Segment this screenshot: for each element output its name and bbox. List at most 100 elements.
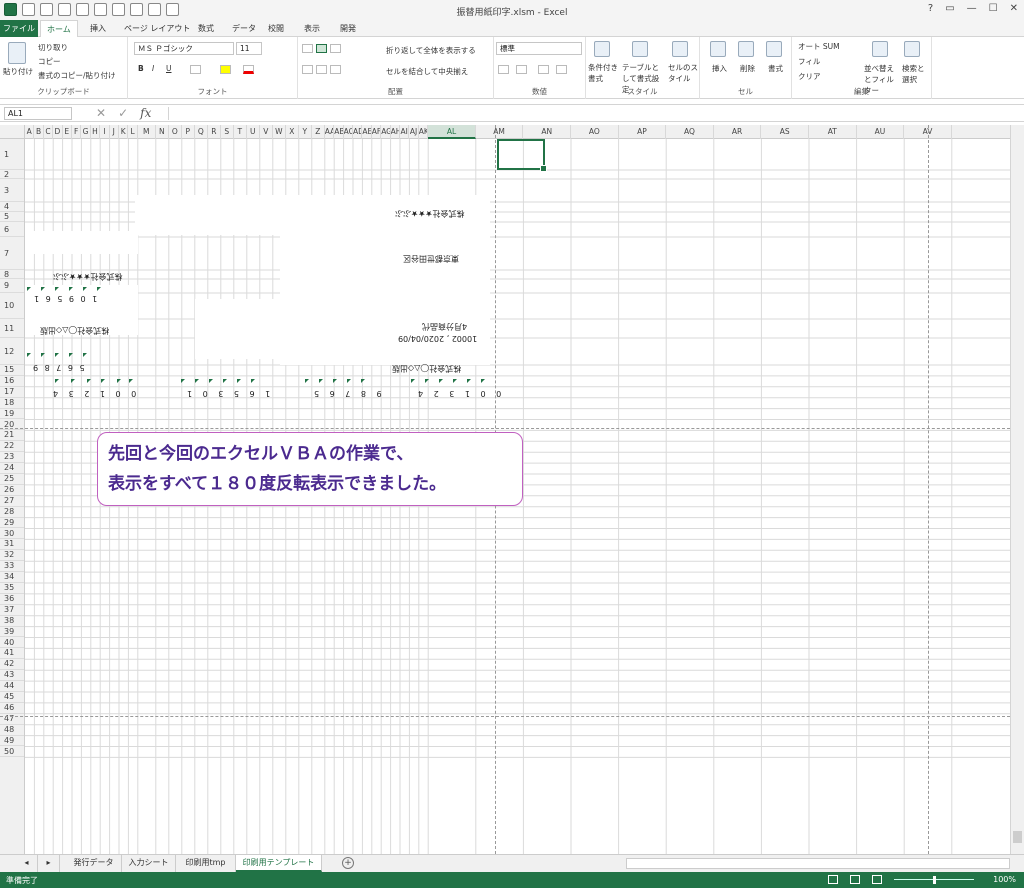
column-header-ad[interactable]: AD: [353, 125, 363, 139]
find-select-icon[interactable]: [904, 41, 920, 57]
column-header-r[interactable]: R: [208, 125, 221, 139]
wrap-text-button[interactable]: 折り返して全体を表示する: [386, 45, 476, 56]
sheet-tab-active[interactable]: 印刷用テンプレート: [236, 855, 322, 872]
column-header-ak[interactable]: AK: [419, 125, 429, 139]
close-button[interactable]: ✕: [1010, 3, 1018, 14]
font-color-icon[interactable]: [243, 65, 254, 74]
column-header-as[interactable]: AS: [761, 125, 809, 139]
column-header-ar[interactable]: AR: [714, 125, 762, 139]
column-header-ag[interactable]: AG: [381, 125, 391, 139]
sheet-tab[interactable]: 発行データ: [66, 855, 122, 872]
insert-function-icon[interactable]: fx: [140, 106, 151, 120]
row-header-29[interactable]: 29: [0, 518, 24, 529]
column-header-s[interactable]: S: [221, 125, 234, 139]
column-header-e[interactable]: E: [63, 125, 72, 139]
row-header-43[interactable]: 43: [0, 670, 24, 682]
align-center-icon[interactable]: [316, 65, 327, 74]
border-icon[interactable]: [190, 65, 201, 74]
horizontal-scrollbar[interactable]: [626, 858, 1010, 869]
paste-button[interactable]: 貼り付け: [3, 66, 33, 77]
column-header-v[interactable]: V: [260, 125, 273, 139]
column-header-ac[interactable]: AC: [344, 125, 353, 139]
column-header-am[interactable]: AM: [476, 125, 524, 139]
zoom-slider-thumb[interactable]: [933, 876, 936, 884]
column-header-k[interactable]: K: [119, 125, 129, 139]
normal-view-icon[interactable]: [828, 875, 838, 884]
row-header-30[interactable]: 30: [0, 529, 24, 540]
conditional-format-icon[interactable]: [594, 41, 610, 57]
zoom-level[interactable]: 100%: [993, 875, 1016, 884]
cut-button[interactable]: 切り取り: [38, 42, 68, 53]
row-header-24[interactable]: 24: [0, 463, 24, 474]
column-header-aa[interactable]: AA: [325, 125, 335, 139]
row-header-34[interactable]: 34: [0, 572, 24, 583]
tab-review[interactable]: 校閲: [262, 20, 290, 37]
column-header-q[interactable]: Q: [195, 125, 208, 139]
help-button[interactable]: ?: [928, 3, 933, 14]
column-header-ae[interactable]: AE: [362, 125, 372, 139]
font-size-select[interactable]: 11: [236, 42, 262, 55]
maximize-button[interactable]: ☐: [989, 3, 998, 14]
column-header-h[interactable]: H: [91, 125, 101, 139]
sheet-tab[interactable]: 入力シート: [122, 855, 176, 872]
row-header-17[interactable]: 17: [0, 387, 24, 398]
delete-button[interactable]: 削除: [740, 63, 755, 74]
cell-styles-button[interactable]: セルのスタイル: [668, 62, 698, 84]
row-header-49[interactable]: 49: [0, 736, 24, 747]
row-header-15[interactable]: 15: [0, 365, 24, 376]
percent-icon[interactable]: [516, 65, 527, 74]
row-header-23[interactable]: 23: [0, 452, 24, 464]
column-header-l[interactable]: L: [128, 125, 138, 139]
row-header-7[interactable]: 7: [0, 237, 24, 270]
clear-button[interactable]: クリア: [798, 71, 821, 82]
column-header-w[interactable]: W: [273, 125, 286, 139]
merge-center-button[interactable]: セルを結合して中央揃え: [386, 66, 468, 77]
row-header-9[interactable]: 9: [0, 279, 24, 293]
column-header-n[interactable]: N: [156, 125, 169, 139]
column-header-ao[interactable]: AO: [571, 125, 619, 139]
row-header-12[interactable]: 12: [0, 338, 24, 365]
increase-decimal-icon[interactable]: [538, 65, 549, 74]
column-header-c[interactable]: C: [44, 125, 54, 139]
column-header-x[interactable]: X: [286, 125, 299, 139]
row-header-6[interactable]: 6: [0, 222, 24, 237]
tab-data[interactable]: データ: [226, 20, 262, 37]
tab-developer[interactable]: 開発: [334, 20, 362, 37]
column-header-aj[interactable]: AJ: [409, 125, 419, 139]
cell-styles-icon[interactable]: [672, 41, 688, 57]
formula-input[interactable]: [168, 107, 1020, 120]
format-cells-icon[interactable]: [766, 41, 782, 57]
enter-icon[interactable]: ✓: [118, 106, 128, 120]
tab-page-layout[interactable]: ページ レイアウト: [118, 20, 196, 37]
font-name-select[interactable]: ＭＳ Ｐゴシック: [134, 42, 234, 55]
column-header-aq[interactable]: AQ: [666, 125, 714, 139]
column-header-g[interactable]: G: [81, 125, 91, 139]
row-header-22[interactable]: 22: [0, 441, 24, 453]
insert-button[interactable]: 挿入: [712, 63, 727, 74]
scrollbar-thumb[interactable]: [1013, 831, 1022, 843]
row-header-3[interactable]: 3: [0, 179, 24, 202]
format-as-table-icon[interactable]: [632, 41, 648, 57]
column-header-ah[interactable]: AH: [391, 125, 400, 139]
prev-sheet-arrow-icon[interactable]: ◂: [16, 855, 38, 872]
ribbon-display-button[interactable]: ▭: [945, 3, 954, 14]
currency-icon[interactable]: [498, 65, 509, 74]
column-header-an[interactable]: AN: [523, 125, 571, 139]
format-painter-button[interactable]: 書式のコピー/貼り付け: [38, 70, 116, 81]
tab-home[interactable]: ホーム: [40, 20, 78, 38]
row-header-40[interactable]: 40: [0, 638, 24, 649]
column-header-at[interactable]: AT: [809, 125, 857, 139]
column-header-f[interactable]: F: [72, 125, 82, 139]
row-header-46[interactable]: 46: [0, 703, 24, 714]
copy-button[interactable]: コピー: [38, 56, 61, 67]
row-header-26[interactable]: 26: [0, 485, 24, 496]
row-header-21[interactable]: 21: [0, 430, 24, 442]
underline-button[interactable]: U: [166, 64, 172, 73]
page-break-view-icon[interactable]: [872, 875, 882, 884]
row-header-35[interactable]: 35: [0, 583, 24, 594]
align-middle-icon[interactable]: [316, 44, 327, 53]
column-header-m[interactable]: M: [138, 125, 156, 139]
row-header-44[interactable]: 44: [0, 681, 24, 692]
row-header-37[interactable]: 37: [0, 605, 24, 616]
paste-icon[interactable]: [8, 42, 26, 64]
